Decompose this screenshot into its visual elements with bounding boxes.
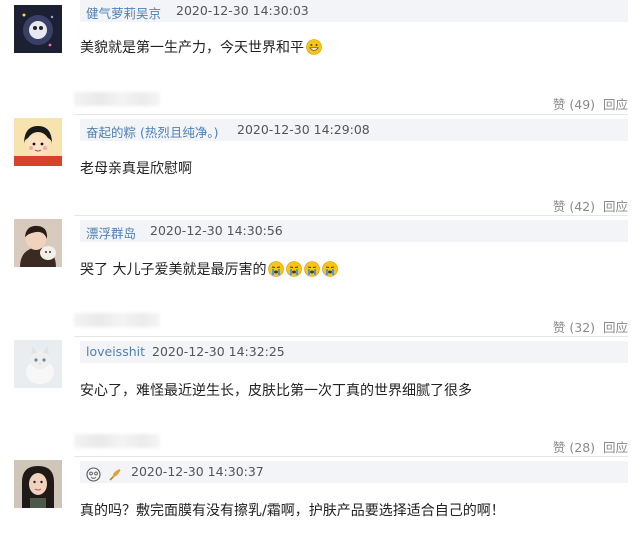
username-link[interactable]: 健气萝莉吴京 [86,3,161,22]
face-icon [86,467,101,482]
divider [74,336,628,337]
comment-meta: loveisshit 2020-12-30 14:32:25 [80,341,628,363]
comment-actions: 赞 (42) 回应 [553,196,628,215]
reply-button[interactable]: 回应 [603,320,628,335]
avatar[interactable] [14,5,62,53]
comment-actions: 赞 (32) 回应 [553,317,628,336]
crying-emoji-icon [286,261,303,277]
like-label: 赞 [552,440,566,455]
comment-meta: 2020-12-30 14:30:37 [80,461,628,483]
comment-actions: 赞 (28) 回应 [553,437,628,456]
timestamp: 2020-12-30 14:30:56 [150,223,283,238]
crying-emoji-icon [304,261,321,277]
comment-text: 美貌就是第一生产力，今天世界和平 [80,40,304,56]
like-count: (32) [569,320,596,335]
username-link[interactable]: 奋起的粽 (热烈且纯净。) [86,122,218,141]
comment-text: 哭了 大儿子爱美就是最厉害的 [80,262,267,278]
like-button[interactable]: 赞 (28) [553,440,595,455]
comment-content: 哭了 大儿子爱美就是最厉害的 [80,259,339,279]
blurred-text [74,92,160,106]
crying-emoji-icon [322,261,339,277]
comment-meta: 漂浮群岛 2020-12-30 14:30:56 [80,220,628,242]
feather-icon [108,467,123,482]
username-icons[interactable] [86,464,123,483]
like-label: 赞 [552,320,566,335]
like-button[interactable]: 赞 (42) [553,199,595,214]
like-count: (49) [569,97,596,112]
comment-meta: 奋起的粽 (热烈且纯净。) 2020-12-30 14:29:08 [80,119,628,141]
blurred-text [74,434,160,448]
divider [74,114,628,115]
comment-content: 安心了，难怪最近逆生长，皮肤比第一次丁真的世界细腻了很多 [80,383,472,399]
timestamp: 2020-12-30 14:29:08 [237,122,370,137]
crying-emoji-icon [268,261,285,277]
username-link[interactable]: 漂浮群岛 [86,223,136,242]
username-link[interactable]: loveisshit [86,344,145,359]
reply-button[interactable]: 回应 [603,199,628,214]
like-count: (42) [569,199,596,214]
like-count: (28) [569,440,596,455]
like-button[interactable]: 赞 (32) [553,320,595,335]
like-label: 赞 [552,199,566,214]
divider [74,215,628,216]
comment-content: 美貌就是第一生产力，今天世界和平 [80,37,322,57]
timestamp: 2020-12-30 14:30:37 [131,464,264,479]
avatar[interactable] [14,118,62,166]
comment-meta: 健气萝莉吴京 2020-12-30 14:30:03 [80,0,628,22]
comment-actions: 赞 (49) 回应 [553,94,628,113]
like-label: 赞 [552,97,566,112]
avatar[interactable] [14,340,62,388]
reply-button[interactable]: 回应 [603,440,628,455]
grinning-emoji-icon [306,39,322,55]
comment-content: 老母亲真是欣慰啊 [80,161,192,177]
blurred-text [74,313,160,327]
timestamp: 2020-12-30 14:32:25 [152,344,285,359]
like-button[interactable]: 赞 (49) [553,97,595,112]
avatar[interactable] [14,460,62,508]
avatar[interactable] [14,219,62,267]
comment-content: 真的吗？敷完面膜有没有擦乳/霜啊，护肤产品要选择适合自己的啊！ [80,503,505,519]
timestamp: 2020-12-30 14:30:03 [176,3,309,18]
reply-button[interactable]: 回应 [603,97,628,112]
divider [74,456,628,457]
